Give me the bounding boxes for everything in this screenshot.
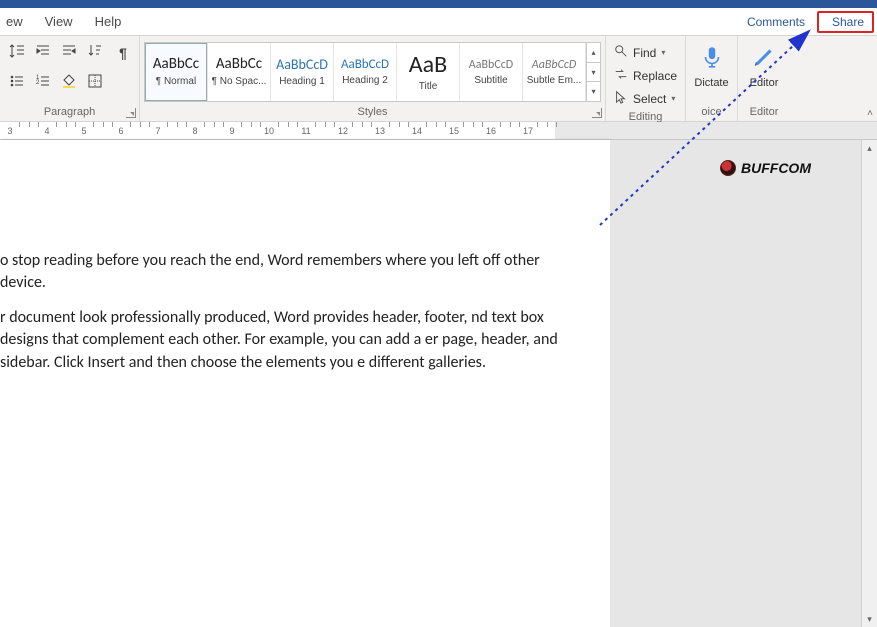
indent-right-icon[interactable] — [58, 40, 80, 62]
style--normal[interactable]: AaBbCc ¶ Normal — [145, 43, 208, 101]
editor-pen-icon — [751, 44, 777, 73]
style-preview: AaBbCcD — [276, 58, 328, 72]
style-name: Subtitle — [474, 75, 507, 86]
style-heading-1[interactable]: AaBbCcD Heading 1 — [271, 43, 334, 101]
ruler-number: 8 — [192, 126, 197, 136]
ruler-number: 5 — [81, 126, 86, 136]
doc-paragraph: o stop reading before you reach the end,… — [0, 250, 580, 295]
buffcom-logo-icon — [720, 160, 736, 176]
find-label: Find — [633, 46, 656, 60]
style-name: Heading 2 — [342, 75, 388, 86]
svg-text:2: 2 — [36, 80, 40, 86]
numbering-icon[interactable]: 12 — [32, 70, 54, 92]
cursor-icon — [614, 90, 628, 107]
ruler[interactable]: 3 4 5 6 7 8 9 10 11 12 13 14 15 16 17 — [0, 122, 877, 140]
chevron-down-icon: ▾ — [671, 94, 675, 103]
sort-icon[interactable] — [84, 40, 106, 62]
ruler-number: 15 — [449, 126, 459, 136]
buffcom-text: BUFFCOM — [741, 160, 811, 176]
ruler-number: 12 — [338, 126, 348, 136]
ruler-number: 4 — [44, 126, 49, 136]
ruler-number: 10 — [264, 126, 274, 136]
ruler-number: 14 — [412, 126, 422, 136]
doc-paragraph: r document look professionally produced,… — [0, 307, 580, 374]
voice-group-label: oice — [686, 104, 737, 121]
style-heading-2[interactable]: AaBbCcD Heading 2 — [334, 43, 397, 101]
style-preview: AaBbCcD — [341, 58, 389, 71]
gallery-more-icon[interactable]: ▾ — [587, 82, 600, 101]
line-spacing-icon[interactable] — [6, 40, 28, 62]
shading-icon[interactable] — [58, 70, 80, 92]
share-button[interactable]: Share — [817, 11, 874, 33]
bullets-icon[interactable] — [6, 70, 28, 92]
tab-partial-review[interactable]: ew — [4, 8, 25, 35]
show-marks-icon[interactable]: ¶ — [112, 42, 134, 64]
scroll-down-icon[interactable]: ▾ — [862, 611, 877, 627]
scroll-up-icon[interactable]: ▴ — [862, 140, 877, 156]
ruler-number: 6 — [118, 126, 123, 136]
gallery-scroll[interactable]: ▴▾▾ — [586, 43, 600, 101]
canvas-background: BUFFCOM — [610, 140, 861, 627]
style-title[interactable]: AaB Title — [397, 43, 460, 101]
editor-button[interactable]: Editor — [744, 40, 784, 89]
editor-label: Editor — [750, 77, 779, 89]
style-name: Subtle Em... — [527, 75, 581, 86]
style-subtle-em-[interactable]: AaBbCcD Subtle Em... — [523, 43, 586, 101]
style-name: Title — [419, 81, 438, 92]
title-bar — [0, 0, 877, 8]
style-preview: AaB — [409, 53, 447, 77]
style-name: Heading 1 — [279, 76, 325, 87]
find-icon — [614, 44, 628, 61]
comments-label: Comments — [747, 15, 805, 29]
replace-button[interactable]: Replace — [612, 65, 679, 86]
style--no-spac-[interactable]: AaBbCc ¶ No Spac... — [208, 43, 271, 101]
paragraph-group-label: Paragraph — [0, 104, 139, 121]
ruler-number: 7 — [155, 126, 160, 136]
ruler-number: 9 — [229, 126, 234, 136]
ruler-number: 13 — [375, 126, 385, 136]
indent-left-icon[interactable] — [32, 40, 54, 62]
find-button[interactable]: Find ▾ — [612, 42, 679, 63]
style-preview: AaBbCcD — [469, 59, 513, 71]
styles-launcher-icon[interactable] — [592, 108, 602, 118]
ribbon: 12 ¶ Paragraph AaBbCc ¶ Normal AaBbCc ¶ No … — [0, 36, 877, 122]
ruler-number: 17 — [523, 126, 533, 136]
collapse-ribbon-icon[interactable]: ˄ — [867, 108, 873, 119]
tab-view[interactable]: View — [43, 8, 75, 35]
styles-gallery[interactable]: AaBbCc ¶ Normal AaBbCc ¶ No Spac... AaBbCcD H… — [144, 42, 601, 102]
gallery-down-icon[interactable]: ▾ — [587, 63, 600, 83]
share-label: Share — [832, 15, 864, 29]
style-name: ¶ Normal — [156, 76, 196, 87]
ruler-number: 16 — [486, 126, 496, 136]
dictate-label: Dictate — [694, 77, 728, 89]
vertical-scrollbar[interactable]: ▴ ▾ — [861, 140, 877, 627]
buffcom-watermark: BUFFCOM — [720, 160, 811, 176]
workspace: o stop reading before you reach the end,… — [0, 140, 877, 627]
replace-icon — [614, 67, 628, 84]
style-preview: AaBbCc — [216, 57, 262, 72]
style-preview: AaBbCcD — [532, 59, 576, 71]
chevron-down-icon: ▾ — [661, 48, 665, 57]
replace-label: Replace — [633, 69, 677, 83]
style-preview: AaBbCc — [153, 57, 199, 72]
tab-help[interactable]: Help — [93, 8, 124, 35]
styles-group-label: Styles — [140, 104, 605, 121]
gallery-up-icon[interactable]: ▴ — [587, 43, 600, 63]
tab-row: ew View Help Comments Share — [0, 8, 877, 36]
dictate-button[interactable]: Dictate — [692, 40, 731, 89]
ruler-number: 11 — [301, 126, 310, 136]
ruler-margin-shade — [555, 122, 877, 139]
editor-group-label: Editor — [738, 104, 790, 121]
borders-icon[interactable] — [84, 70, 106, 92]
paragraph-launcher-icon[interactable] — [126, 108, 136, 118]
mic-icon — [699, 44, 725, 73]
select-label: Select — [633, 92, 666, 106]
select-button[interactable]: Select ▾ — [612, 88, 679, 109]
ruler-number: 3 — [7, 126, 12, 136]
style-name: ¶ No Spac... — [212, 76, 267, 87]
style-subtitle[interactable]: AaBbCcD Subtitle — [460, 43, 523, 101]
document-page[interactable]: o stop reading before you reach the end,… — [0, 140, 610, 627]
comments-button[interactable]: Comments — [734, 11, 813, 33]
